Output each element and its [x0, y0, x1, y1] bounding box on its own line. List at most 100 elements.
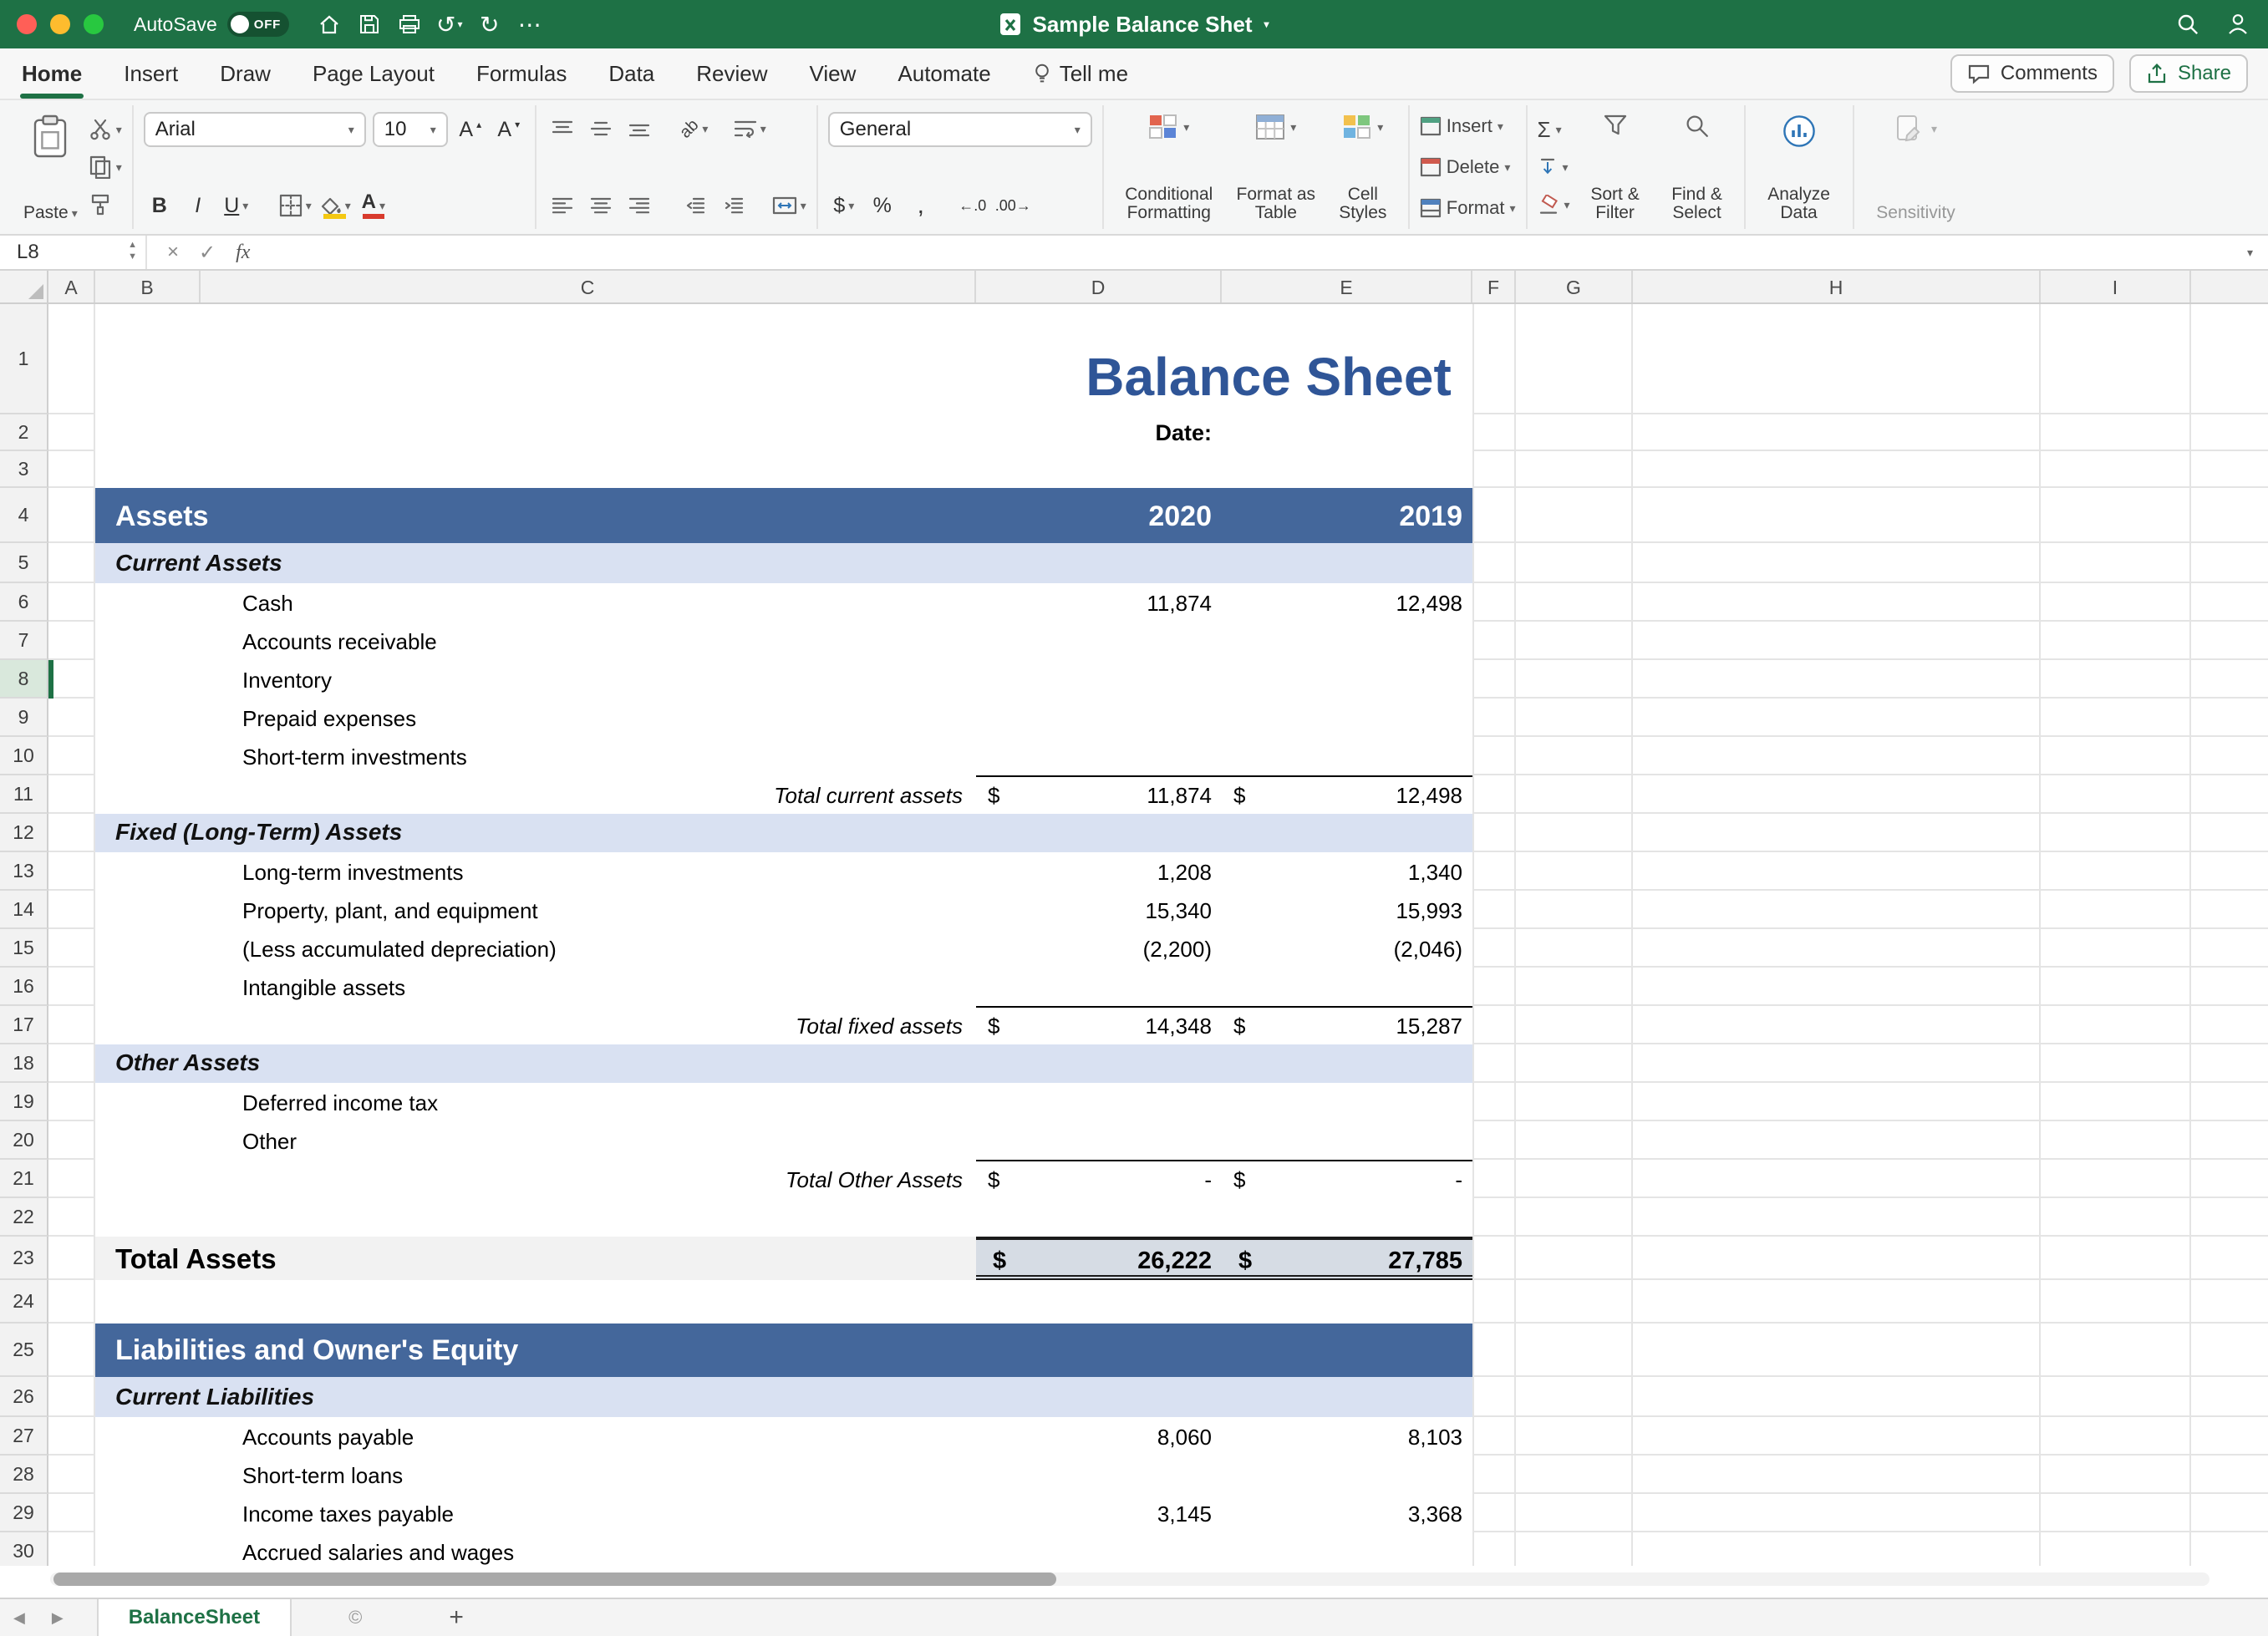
cell[interactable]: [2191, 1160, 2268, 1198]
cell-label[interactable]: Income taxes payable: [242, 1501, 454, 1527]
row-header-1[interactable]: 1: [0, 304, 48, 414]
account-button[interactable]: [2225, 9, 2251, 39]
cell[interactable]: [2041, 583, 2191, 622]
currency-format-button[interactable]: $▾: [828, 189, 860, 222]
font-family-select[interactable]: Arial▾: [144, 112, 366, 147]
cell[interactable]: [1633, 1494, 2041, 1532]
cell-value-2020[interactable]: 15,340: [976, 898, 1212, 924]
cell[interactable]: [2191, 1083, 2268, 1121]
cell[interactable]: [48, 891, 95, 929]
cell-label[interactable]: Accounts payable: [242, 1425, 414, 1451]
cell[interactable]: [48, 929, 95, 968]
fill-color-button[interactable]: ▾: [318, 189, 351, 222]
cell[interactable]: [1472, 814, 1516, 852]
cell[interactable]: [2041, 852, 2191, 891]
cell-value-2020[interactable]: 1,208: [976, 860, 1212, 886]
row-header-7[interactable]: 7: [0, 622, 48, 660]
cell[interactable]: [1472, 488, 1516, 543]
row-header-4[interactable]: 4: [0, 488, 48, 543]
cell[interactable]: [2191, 1377, 2268, 1417]
cell-value-2019[interactable]: 8,103: [1222, 1425, 1462, 1451]
tab-view[interactable]: View: [808, 48, 858, 99]
format-painter-button[interactable]: [89, 191, 122, 219]
cell[interactable]: [1472, 1044, 1516, 1083]
borders-button[interactable]: ▾: [279, 189, 312, 222]
share-button[interactable]: Share: [2129, 54, 2248, 93]
cell[interactable]: [2191, 451, 2268, 488]
cell-value-2019[interactable]: 1,340: [1222, 860, 1462, 886]
row-header-29[interactable]: 29: [0, 1494, 48, 1532]
cell[interactable]: [1633, 583, 2041, 622]
comma-format-button[interactable]: ,: [905, 189, 937, 222]
cell[interactable]: [1516, 543, 1633, 583]
cell[interactable]: [2191, 814, 2268, 852]
cell[interactable]: [2041, 543, 2191, 583]
cell[interactable]: [1633, 814, 2041, 852]
cell-label[interactable]: Inventory: [242, 668, 332, 694]
column-header-G[interactable]: G: [1516, 271, 1633, 304]
cell-label[interactable]: Intangible assets: [242, 975, 405, 1001]
cell[interactable]: [2191, 1044, 2268, 1083]
cell[interactable]: [1472, 1280, 1516, 1324]
increase-indent-button[interactable]: [717, 189, 749, 222]
grand-total-value-2020[interactable]: 26,222: [976, 1247, 1212, 1275]
horizontal-scrollbar[interactable]: [50, 1572, 2210, 1586]
cell[interactable]: [1633, 891, 2041, 929]
cell[interactable]: [2041, 304, 2191, 414]
row-header-6[interactable]: 6: [0, 583, 48, 622]
select-all-corner[interactable]: [0, 271, 48, 302]
decrease-font-button[interactable]: A▾: [493, 113, 525, 146]
cell[interactable]: [2191, 1494, 2268, 1532]
tab-page-layout[interactable]: Page Layout: [311, 48, 436, 99]
underline-button[interactable]: U▾: [221, 189, 252, 222]
cell[interactable]: [2041, 1237, 2191, 1280]
insert-function-button[interactable]: fx: [236, 241, 250, 264]
cell[interactable]: [1472, 1456, 1516, 1494]
clear-button[interactable]: ▾: [1538, 191, 1570, 219]
cell[interactable]: [2041, 451, 2191, 488]
tab-home[interactable]: Home: [20, 48, 84, 99]
cell[interactable]: [48, 1237, 95, 1280]
column-header-E[interactable]: E: [1222, 271, 1472, 304]
total-value-2020[interactable]: 14,348: [976, 1014, 1212, 1039]
cell[interactable]: [1516, 1532, 1633, 1566]
cell[interactable]: [1516, 1377, 1633, 1417]
cell[interactable]: [1516, 1121, 1633, 1160]
tab-data[interactable]: Data: [607, 48, 656, 99]
cell[interactable]: [2191, 543, 2268, 583]
row-header-2[interactable]: 2: [0, 414, 48, 451]
cell[interactable]: [2191, 699, 2268, 737]
cell[interactable]: [1633, 699, 2041, 737]
fullscreen-button[interactable]: [84, 14, 104, 34]
cell[interactable]: [48, 1083, 95, 1121]
cell[interactable]: [1472, 852, 1516, 891]
cell-label[interactable]: Short-term investments: [242, 744, 467, 770]
font-color-button[interactable]: A ▾: [358, 189, 389, 222]
decrease-decimal-button[interactable]: .00→: [995, 189, 1031, 222]
cell[interactable]: [1633, 304, 2041, 414]
row-header-17[interactable]: 17: [0, 1006, 48, 1044]
cell[interactable]: [2191, 1532, 2268, 1566]
cell[interactable]: [1472, 968, 1516, 1006]
row-header-14[interactable]: 14: [0, 891, 48, 929]
sensitivity-button[interactable]: ▾ Sensitivity: [1864, 109, 1968, 226]
cell[interactable]: [1516, 852, 1633, 891]
row-header-15[interactable]: 15: [0, 929, 48, 968]
row-header-25[interactable]: 25: [0, 1324, 48, 1377]
cell[interactable]: [2191, 1280, 2268, 1324]
cell[interactable]: [48, 852, 95, 891]
cell[interactable]: [1516, 414, 1633, 451]
cell[interactable]: [2041, 1006, 2191, 1044]
align-right-button[interactable]: [623, 189, 655, 222]
cell[interactable]: [1516, 1417, 1633, 1456]
cell[interactable]: [2191, 1006, 2268, 1044]
row-header-9[interactable]: 9: [0, 699, 48, 737]
cell[interactable]: [1472, 1121, 1516, 1160]
cell[interactable]: [1472, 1006, 1516, 1044]
cell[interactable]: [1516, 1044, 1633, 1083]
sheet-tab-balancesheet[interactable]: BalanceSheet: [97, 1599, 292, 1636]
row-header-28[interactable]: 28: [0, 1456, 48, 1494]
cell[interactable]: [1633, 1083, 2041, 1121]
tab-formulas[interactable]: Formulas: [475, 48, 568, 99]
cell[interactable]: [48, 660, 95, 699]
